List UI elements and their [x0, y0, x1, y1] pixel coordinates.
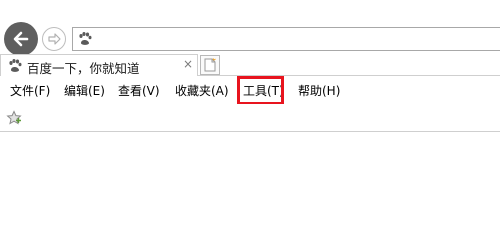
- tab-baidu[interactable]: 百度一下，你就知道 ×: [0, 54, 198, 76]
- tools-highlight-box: [237, 76, 284, 105]
- tab-strip: 百度一下，你就知道 ×: [0, 54, 500, 76]
- menu-favorites[interactable]: 收藏夹(A): [175, 82, 229, 99]
- forward-button[interactable]: [42, 27, 66, 51]
- address-input[interactable]: [97, 29, 497, 49]
- arrow-right-icon: [48, 33, 61, 45]
- arrow-left-icon: [13, 31, 29, 47]
- new-tab-button[interactable]: [200, 55, 220, 75]
- tab-close-button[interactable]: ×: [183, 57, 193, 71]
- page-content: [0, 132, 500, 240]
- favorites-bar: [0, 104, 500, 132]
- menu-help[interactable]: 帮助(H): [298, 82, 340, 99]
- tab-title: 百度一下，你就知道: [27, 61, 140, 76]
- menu-edit[interactable]: 编辑(E): [64, 82, 105, 99]
- new-tab-icon: [204, 58, 216, 72]
- add-favorite-star-icon[interactable]: [6, 110, 22, 130]
- back-button[interactable]: [4, 22, 38, 56]
- menu-file[interactable]: 文件(F): [10, 82, 50, 99]
- address-bar[interactable]: [72, 27, 500, 51]
- baidu-paw-icon: [77, 31, 93, 51]
- navigation-bar: [0, 0, 500, 56]
- baidu-paw-icon: [7, 58, 23, 78]
- menu-view[interactable]: 查看(V): [118, 82, 160, 99]
